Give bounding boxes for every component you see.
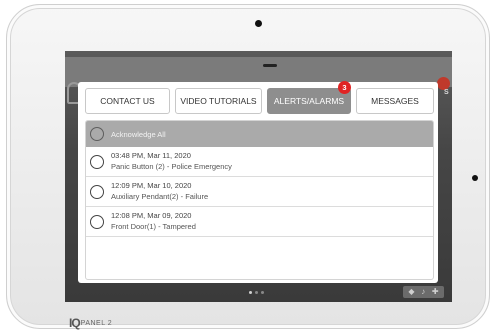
brand-name: PANEL 2 [80,319,113,327]
alert-select-radio[interactable] [90,214,104,229]
tab-label: ALERTS/ALARMS [273,96,345,106]
page-dot [261,291,264,294]
dialog-tab-bar: CONTACT US VIDEO TUTORIALS ALERTS/ALARMS… [78,81,438,118]
alert-time: 12:09 PM, Mar 10, 2020 [111,181,192,190]
volume-icon[interactable]: ♪ [421,286,425,298]
alert-text: 12:08 PM, Mar 09, 2020 Front Door(1) - T… [111,211,196,232]
acknowledge-all-radio[interactable] [90,127,104,141]
page-indicator [249,291,264,294]
alert-row[interactable]: 12:09 PM, Mar 10, 2020 Auxiliary Pendant… [86,177,433,207]
camera-lens [255,20,262,27]
shield-icon[interactable]: ◆ [408,286,414,298]
tab-label: CONTACT US [100,96,155,106]
alert-text: 12:09 PM, Mar 10, 2020 Auxiliary Pendant… [111,181,208,202]
touch-screen: S CONTACT US VIDEO TUTORIALS ALERTS/ALAR… [65,51,452,302]
alert-row[interactable]: 03:48 PM, Mar 11, 2020 Panic Button (2) … [86,147,433,177]
tab-messages[interactable]: MESSAGES [356,88,434,114]
alert-select-radio[interactable] [90,154,104,169]
page-dot [249,291,252,294]
tab-contact-us[interactable]: CONTACT US [85,88,170,114]
page-dot [255,291,258,294]
alert-description: Front Door(1) - Tampered [111,222,196,231]
alert-count-badge: 3 [338,81,351,94]
alert-time: 03:48 PM, Mar 11, 2020 [111,151,191,160]
bottom-quick-icons: ◆ ♪ ✚ [403,286,444,298]
help-dialog: CONTACT US VIDEO TUTORIALS ALERTS/ALARMS… [78,81,438,283]
alert-text: 03:48 PM, Mar 11, 2020 Panic Button (2) … [111,151,232,172]
acknowledge-all-label: Acknowledge All [111,129,166,139]
brand-logo: IQ PANEL 2 [69,316,113,330]
panel-device: IQ PANEL 2 S CONTACT US VIDEO TUTORIALS … [6,4,490,330]
brand-mark: IQ [69,316,81,330]
tab-label: MESSAGES [371,96,419,106]
alert-select-radio[interactable] [90,184,104,199]
alert-time: 12:08 PM, Mar 09, 2020 [111,211,192,220]
alert-description: Auxiliary Pendant(2) - Failure [111,192,209,201]
tab-label: VIDEO TUTORIALS [180,96,257,106]
alert-description: Panic Button (2) - Police Emergency [111,162,232,171]
alert-row[interactable]: 12:08 PM, Mar 09, 2020 Front Door(1) - T… [86,207,433,237]
light-sensor [472,175,478,181]
background-alert-text: S [444,89,449,96]
acknowledge-all-row[interactable]: Acknowledge All [86,121,433,147]
plus-icon[interactable]: ✚ [432,286,439,298]
alerts-list: Acknowledge All 03:48 PM, Mar 11, 2020 P… [85,120,434,280]
tab-video-tutorials[interactable]: VIDEO TUTORIALS [175,88,262,114]
tab-alerts-alarms[interactable]: ALERTS/ALARMS 3 [267,81,351,114]
pull-down-handle[interactable] [263,64,277,67]
